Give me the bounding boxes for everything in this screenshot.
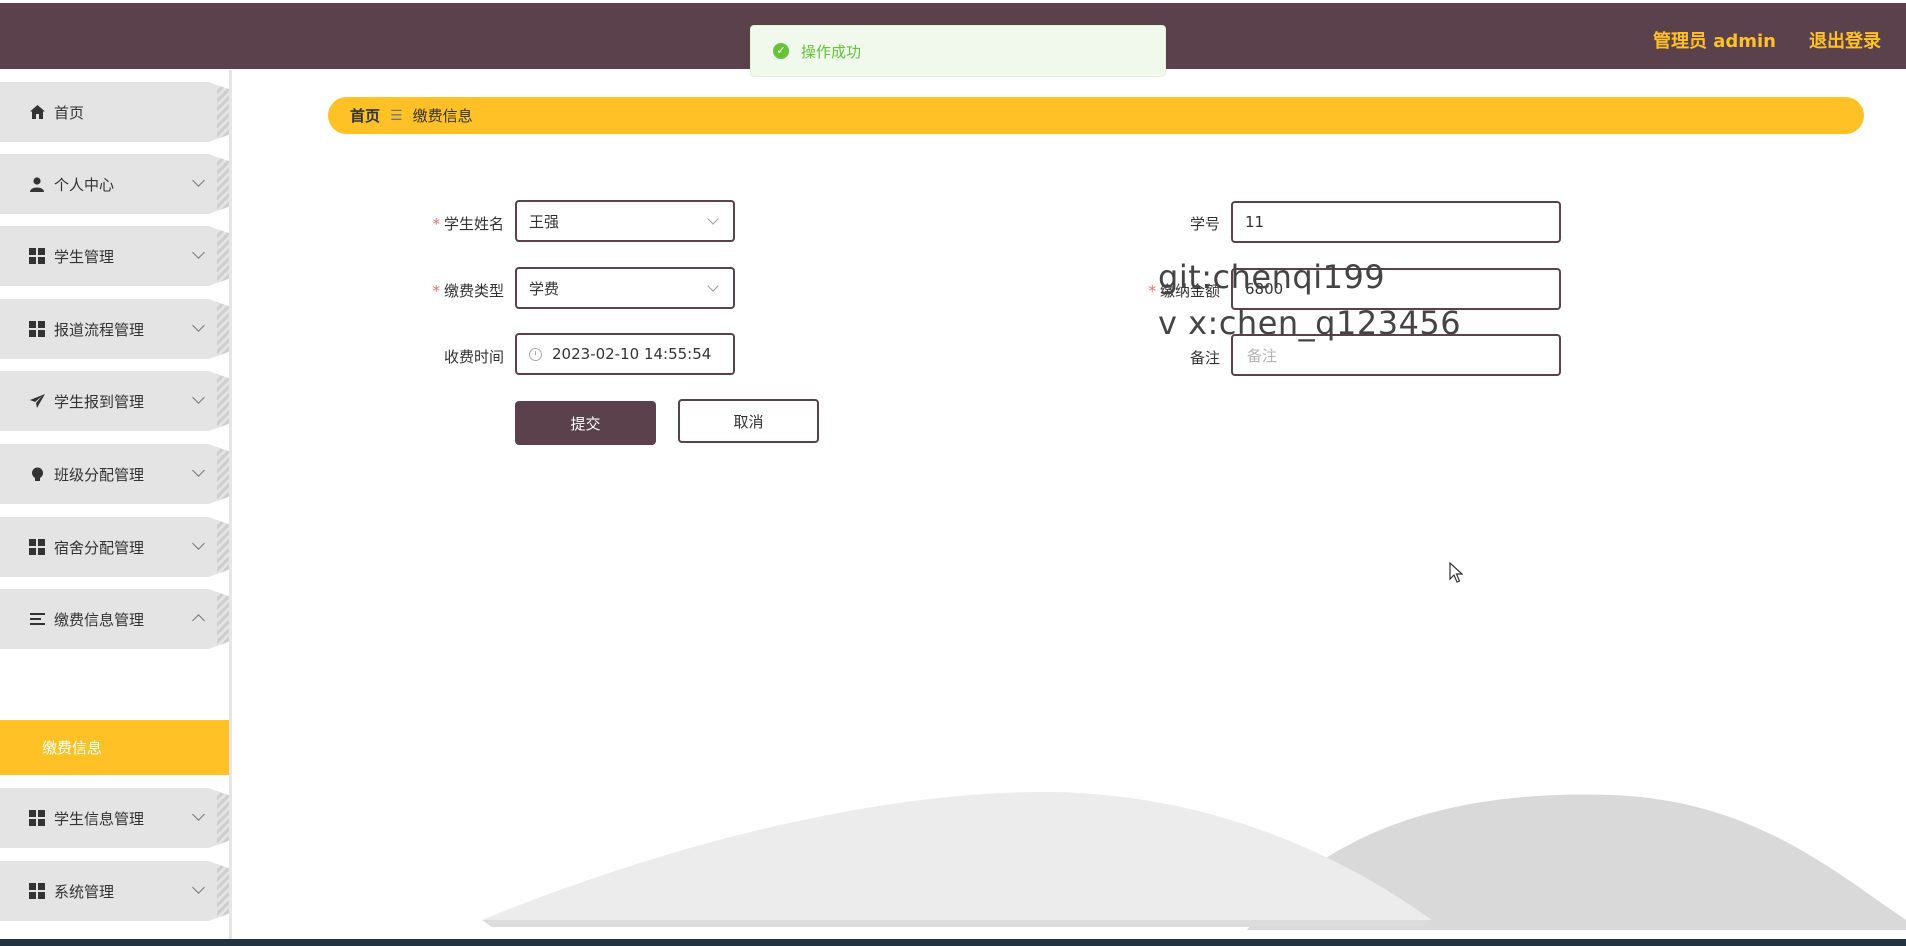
breadcrumb-current: 缴费信息 bbox=[412, 107, 473, 125]
sidebar-item-label: 学生管理 bbox=[54, 247, 115, 266]
collect-time-picker[interactable]: 2023-02-10 14:55:54 bbox=[515, 333, 735, 375]
student-no-value: 11 bbox=[1245, 213, 1265, 231]
sidebar-item-student-mgmt[interactable]: 学生管理 bbox=[0, 226, 229, 286]
fee-type-value: 学费 bbox=[529, 279, 560, 298]
student-name-label: * 学生姓名 bbox=[432, 215, 504, 233]
student-name-value: 王强 bbox=[529, 212, 560, 231]
chevron-down-icon bbox=[707, 280, 719, 292]
decorative-hills bbox=[482, 791, 1906, 930]
bulb-icon bbox=[28, 465, 46, 483]
watermark-line-2: v x:chen_q123456 bbox=[1158, 304, 1462, 342]
sidebar-item-label: 学生信息管理 bbox=[54, 809, 145, 828]
sidebar-item-label: 系统管理 bbox=[54, 882, 115, 901]
chevron-down-icon bbox=[192, 391, 205, 404]
fee-type-select[interactable]: 学费 bbox=[515, 267, 735, 309]
success-toast: ✓ 操作成功 bbox=[750, 25, 1166, 77]
submit-button[interactable]: 提交 bbox=[515, 401, 656, 445]
sidebar-item-class-assign[interactable]: 班级分配管理 bbox=[0, 444, 229, 504]
chevron-down-icon bbox=[192, 246, 205, 259]
grid-icon bbox=[28, 882, 46, 900]
list-icon bbox=[28, 610, 46, 628]
grid-icon bbox=[28, 320, 46, 338]
chevron-down-icon bbox=[192, 537, 205, 550]
student-no-label: 学号 bbox=[1189, 215, 1220, 233]
grid-icon bbox=[28, 538, 46, 556]
chevron-down-icon bbox=[192, 174, 205, 187]
mouse-cursor-icon bbox=[1449, 562, 1463, 583]
chevron-down-icon bbox=[192, 464, 205, 477]
send-icon bbox=[28, 392, 46, 410]
sidebar-item-label: 学生报到管理 bbox=[54, 392, 145, 411]
sidebar-item-student-info-mgmt[interactable]: 学生信息管理 bbox=[0, 788, 229, 848]
home-icon bbox=[28, 103, 46, 121]
chevron-down-icon bbox=[192, 319, 205, 332]
student-name-select[interactable]: 王强 bbox=[515, 200, 735, 242]
sidebar-item-personal-center[interactable]: 个人中心 bbox=[0, 154, 229, 214]
breadcrumb: 首页 ☰ 缴费信息 bbox=[328, 97, 1864, 134]
clock-icon bbox=[529, 347, 542, 361]
fee-type-label: * 缴费类型 bbox=[432, 282, 504, 300]
sidebar-item-report-process[interactable]: 报道流程管理 bbox=[0, 299, 229, 359]
remark-placeholder: 备注 bbox=[1247, 346, 1278, 365]
chevron-down-icon bbox=[192, 808, 205, 821]
chevron-down-icon bbox=[192, 881, 205, 894]
student-no-input[interactable]: 11 bbox=[1231, 201, 1561, 243]
chevron-down-icon bbox=[707, 213, 719, 225]
sidebar-item-label: 报道流程管理 bbox=[54, 320, 145, 339]
breadcrumb-separator-icon: ☰ bbox=[390, 107, 403, 124]
sidebar-item-label: 个人中心 bbox=[54, 175, 115, 194]
sidebar-item-student-checkin[interactable]: 学生报到管理 bbox=[0, 371, 229, 431]
sidebar-subitem-label: 缴费信息 bbox=[42, 739, 103, 757]
remark-label: 备注 bbox=[1189, 349, 1220, 367]
grid-icon bbox=[28, 247, 46, 265]
toast-message: 操作成功 bbox=[801, 42, 862, 61]
collect-time-label: 收费时间 bbox=[443, 348, 504, 366]
sidebar-item-fee-info-mgmt[interactable]: 缴费信息管理 bbox=[0, 589, 229, 649]
cancel-button[interactable]: 取消 bbox=[678, 399, 819, 443]
bottom-strip bbox=[0, 939, 1906, 946]
collect-time-value: 2023-02-10 14:55:54 bbox=[552, 345, 712, 363]
sidebar-item-label: 班级分配管理 bbox=[54, 465, 145, 484]
watermark-line-1: git:chenqi199 bbox=[1158, 258, 1386, 296]
sidebar-item-label: 首页 bbox=[54, 103, 85, 122]
user-icon bbox=[28, 175, 46, 193]
sidebar-item-dorm-assign[interactable]: 宿舍分配管理 bbox=[0, 517, 229, 577]
breadcrumb-home-link[interactable]: 首页 bbox=[350, 105, 380, 126]
sidebar-subitem-fee-info[interactable]: 缴费信息 bbox=[0, 720, 229, 775]
check-circle-icon: ✓ bbox=[773, 43, 789, 59]
sidebar-item-label: 缴费信息管理 bbox=[54, 610, 145, 629]
grid-icon bbox=[28, 809, 46, 827]
sidebar-item-system-mgmt[interactable]: 系统管理 bbox=[0, 861, 229, 921]
sidebar-item-home[interactable]: 首页 bbox=[0, 82, 229, 142]
chevron-up-icon bbox=[192, 614, 205, 627]
admin-user-label: 管理员 admin bbox=[1652, 31, 1776, 52]
logout-button[interactable]: 退出登录 bbox=[1809, 27, 1881, 53]
sidebar: 首页 个人中心 学生管理 报道流程管理 学生报到管理 班级分配管理 宿舍分配管理 bbox=[0, 70, 232, 940]
sidebar-item-label: 宿舍分配管理 bbox=[54, 538, 145, 557]
